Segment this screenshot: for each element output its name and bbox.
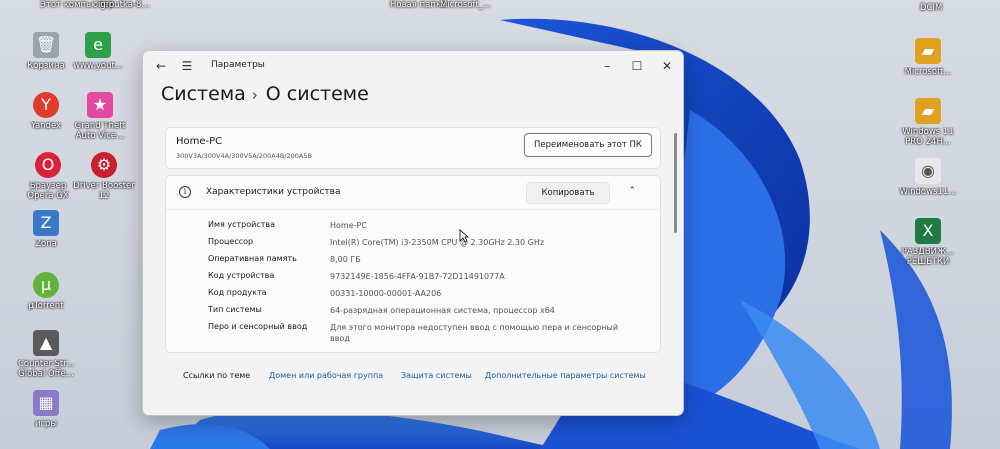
chevron-up-icon[interactable]: ⌃ — [628, 186, 636, 196]
pc-name: Home-PC — [176, 136, 223, 147]
title-bar[interactable]: ← ☰ Параметры – ☐ ✕ — [143, 51, 683, 81]
breadcrumb-system-link[interactable]: Система — [161, 83, 246, 105]
desktop-icon-label: игры — [34, 419, 58, 429]
utorrent-icon: µ — [33, 272, 59, 298]
spec-label: Перо и сенсорный ввод — [208, 322, 308, 331]
spec-label: Процессор — [208, 237, 254, 246]
desktop-icon-label: Zona — [35, 239, 57, 249]
driver-booster-icon: ⚙ — [91, 152, 117, 178]
desktop-icon-csgo[interactable]: ▲ Counter-Str... Global Offe... — [14, 330, 78, 379]
desktop-icon-games-folder[interactable]: ▦ игры — [14, 390, 78, 429]
window-title: Параметры — [211, 60, 265, 70]
desktop-icon-gta[interactable]: ★ Grand Theft Auto Vice... — [68, 92, 132, 141]
device-specs-table: Имя устройства Home-PC Процессор Intel(R… — [208, 220, 648, 348]
desktop-icon-excel-file[interactable]: X РАЗДВИЖ... РЕШЕТКИ — [896, 218, 960, 267]
spec-value: 8,00 ГБ — [330, 255, 361, 264]
desktop-icon-label: www.yout... — [73, 61, 123, 71]
spec-label: Имя устройства — [208, 220, 276, 229]
spec-label: Тип системы — [208, 305, 262, 314]
spec-label: Оперативная память — [208, 254, 297, 263]
recycle-bin-icon: 🗑 — [33, 32, 59, 58]
spec-label: Код продукта — [208, 288, 267, 297]
desktop-icon-driver-booster[interactable]: ⚙ Driver Booster 12 — [72, 152, 136, 201]
pc-model: 300V3A/300V4A/300V5A/200A4B/200A5B — [176, 152, 312, 160]
zona-icon: Z — [33, 210, 59, 236]
desktop-icon-label: Counter-Str... Global Offe... — [17, 359, 75, 379]
spec-row-device-id: Код устройства 9732149E-1856-4FFA-91B7-7… — [208, 271, 648, 288]
system-protection-link[interactable]: Защита системы — [401, 371, 472, 380]
breadcrumb: Система › О системе — [161, 83, 369, 105]
folder-icon: ▰ — [915, 98, 941, 124]
hamburger-menu-icon[interactable]: ☰ — [173, 55, 201, 77]
igroutka-label[interactable]: igroutka-8... — [98, 0, 150, 10]
spec-value: Intel(R) Core(TM) i3-2350M CPU @ 2.30GHz… — [330, 238, 545, 247]
spec-value: 64-разрядная операционная система, проце… — [330, 306, 555, 315]
close-icon[interactable]: ✕ — [653, 55, 681, 77]
excel-icon: X — [915, 218, 941, 244]
device-specs-header[interactable]: i Характеристики устройства Копировать ⌃ — [166, 176, 660, 210]
spec-value: Для этого монитора недоступен ввод с пом… — [330, 323, 619, 343]
desktop-icon-label: Grand Theft Auto Vice... — [74, 121, 126, 141]
desktop-icon-label: РАЗДВИЖ... РЕШЕТКИ — [901, 247, 955, 267]
opera-gx-icon: O — [35, 152, 61, 178]
rename-pc-button[interactable]: Переименовать этот ПК — [524, 133, 652, 157]
related-links-label: Ссылки по теме — [183, 371, 251, 380]
desktop-icon-opera-gx[interactable]: O Браузер Opera GX — [16, 152, 80, 201]
spec-row-pen-touch: Перо и сенсорный ввод Для этого монитора… — [208, 322, 648, 348]
pc-name-card: Home-PC 300V3A/300V4A/300V5A/200A4B/200A… — [165, 127, 661, 169]
spec-value: 00331-10000-00001-AA206 — [330, 289, 442, 298]
desktop-icon-windows11-folder[interactable]: ▰ Windows 11 PRO 24H... — [896, 98, 960, 147]
info-icon: i — [179, 186, 191, 198]
dcim-label[interactable]: DCIM — [920, 3, 942, 13]
document-icon: ◉ — [915, 158, 941, 184]
spec-row-ram: Оперативная память 8,00 ГБ — [208, 254, 648, 271]
desktop-icon-label: Браузер Opera GX — [27, 181, 69, 201]
maximize-icon[interactable]: ☐ — [623, 55, 651, 77]
back-arrow-icon[interactable]: ← — [147, 55, 175, 77]
spec-value: Home-PC — [330, 221, 367, 230]
desktop-icon-label: Windows11... — [899, 187, 957, 197]
yandex-icon: Y — [33, 92, 59, 118]
spec-value: 9732149E-1856-4FFA-91B7-72D11491077A — [330, 272, 505, 281]
desktop-icon-label: µTorrent — [28, 301, 64, 311]
new-folder-label[interactable]: Новая папка — [390, 0, 446, 10]
microsoft-top-label[interactable]: Microsoft_... — [440, 0, 491, 10]
folder-icon: ▰ — [915, 38, 941, 64]
domain-workgroup-link[interactable]: Домен или рабочая группа — [269, 371, 383, 380]
page-title: О системе — [265, 83, 369, 105]
desktop-icon-label: Microsoft... — [904, 67, 952, 77]
web-shortcut-icon: e — [85, 32, 111, 58]
advanced-system-settings-link[interactable]: Дополнительные параметры системы — [485, 371, 646, 380]
spec-row-product-id: Код продукта 00331-10000-00001-AA206 — [208, 288, 648, 305]
settings-window: ← ☰ Параметры – ☐ ✕ Система › О системе Ho… — [142, 50, 684, 416]
copy-button[interactable]: Копировать — [526, 182, 610, 204]
spec-row-system-type: Тип системы 64-разрядная операционная си… — [208, 305, 648, 322]
spec-row-device-name: Имя устройства Home-PC — [208, 220, 648, 237]
gta-icon: ★ — [87, 92, 113, 118]
desktop-icon-microsoft-folder[interactable]: ▰ Microsoft... — [896, 38, 960, 77]
games-folder-icon: ▦ — [33, 390, 59, 416]
device-specs-title: Характеристики устройства — [206, 187, 341, 197]
spec-label: Код устройства — [208, 271, 275, 280]
desktop-icon-windows11-file[interactable]: ◉ Windows11... — [896, 158, 960, 197]
scrollbar[interactable] — [674, 133, 677, 233]
desktop-icon-label: Windows 11 PRO 24H... — [902, 127, 954, 147]
breadcrumb-separator: › — [251, 86, 258, 104]
device-specs-card: i Характеристики устройства Копировать ⌃… — [165, 175, 661, 353]
desktop-icon-utorrent[interactable]: µ µTorrent — [14, 272, 78, 311]
spec-row-processor: Процессор Intel(R) Core(TM) i3-2350M CPU… — [208, 237, 648, 254]
csgo-icon: ▲ — [33, 330, 59, 356]
desktop-icon-youtube-shortcut[interactable]: e www.yout... — [66, 32, 130, 71]
minimize-icon[interactable]: – — [593, 55, 621, 77]
desktop-icon-zona[interactable]: Z Zona — [14, 210, 78, 249]
mouse-cursor-icon — [459, 229, 469, 243]
desktop-icon-label: Driver Booster 12 — [73, 181, 135, 201]
